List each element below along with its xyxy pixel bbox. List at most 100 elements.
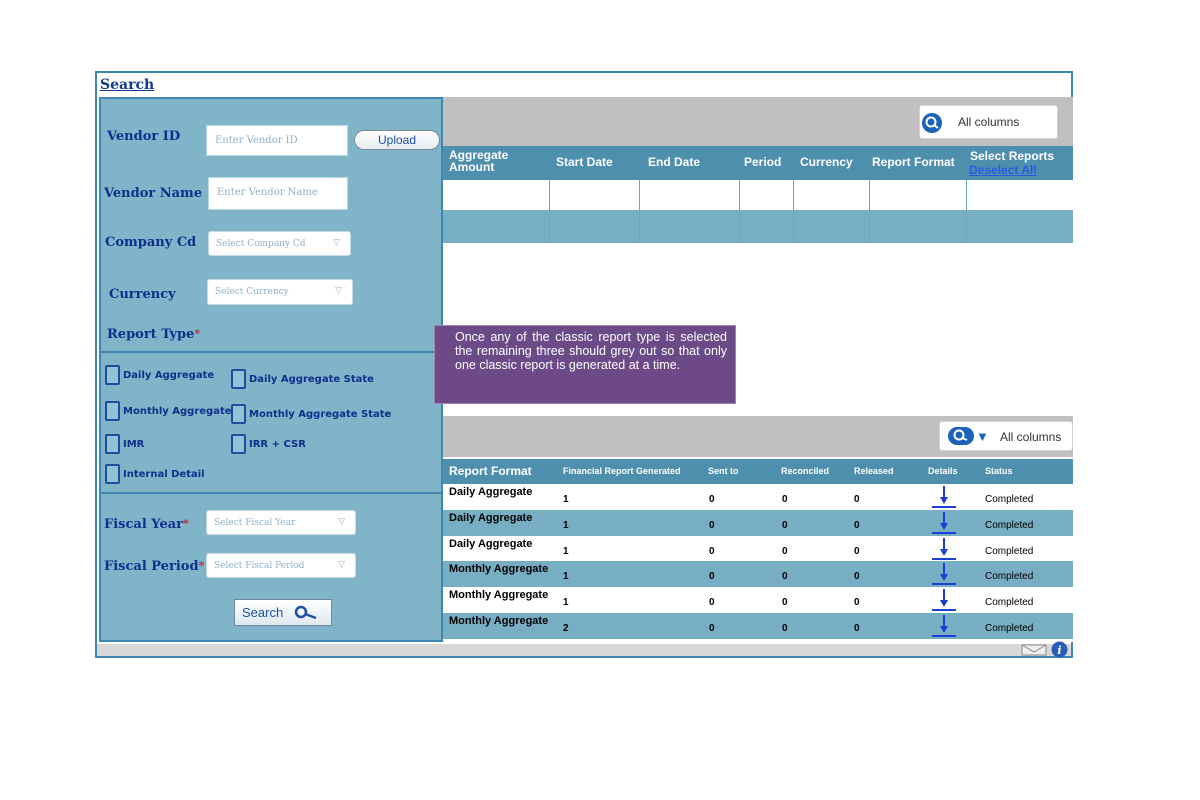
col-report-format[interactable]: Report Format xyxy=(449,464,532,478)
download-icon[interactable] xyxy=(931,484,957,510)
top-column-search-label: All columns xyxy=(958,115,1020,129)
checkbox-label: Daily Aggregate xyxy=(123,370,215,381)
company-cd-select-value: Select Company Cd xyxy=(216,239,306,249)
cell-status: Completed xyxy=(985,546,1034,557)
col-currency[interactable]: Currency xyxy=(800,155,853,169)
checkbox-monthly-aggregate[interactable]: Monthly Aggregate xyxy=(105,401,232,421)
col-aggregate-amount[interactable]: Aggregate Amount xyxy=(449,149,529,173)
search-icon xyxy=(294,605,317,620)
checkbox-box[interactable] xyxy=(231,369,246,389)
col-end-date[interactable]: End Date xyxy=(648,155,700,169)
deselect-all-link[interactable]: Deselect All xyxy=(969,163,1037,177)
checkbox-box[interactable] xyxy=(105,365,120,385)
divider xyxy=(101,492,441,494)
checkbox-monthly-aggregate-state[interactable]: Monthly Aggregate State xyxy=(231,404,391,424)
upload-button[interactable]: Upload xyxy=(354,130,440,150)
download-icon[interactable] xyxy=(931,613,957,639)
cell-reconciled: 0 xyxy=(782,623,788,634)
company-cd-select[interactable]: Select Company Cd ▽ xyxy=(208,231,351,256)
company-cd-label: Company Cd xyxy=(105,235,197,250)
checkbox-box[interactable] xyxy=(231,404,246,424)
cell-released: 0 xyxy=(854,494,860,505)
required-mark: * xyxy=(182,517,189,530)
cell-report-format: Monthly Aggregate xyxy=(449,589,549,601)
table-row[interactable]: Daily Aggregate 1 0 0 0 Completed xyxy=(443,510,1073,536)
bottom-column-search[interactable]: ▼ All columns xyxy=(939,421,1073,451)
search-button-label: Search xyxy=(242,605,284,620)
checkbox-box[interactable] xyxy=(105,464,120,484)
checkbox-daily-aggregate[interactable]: Daily Aggregate xyxy=(105,365,214,385)
cell-report-format: Monthly Aggregate xyxy=(449,615,549,627)
vendor-id-label: Vendor ID xyxy=(107,129,181,144)
currency-select[interactable]: Select Currency ▽ xyxy=(207,279,353,305)
download-icon[interactable] xyxy=(931,510,957,536)
vendor-id-input[interactable]: Enter Vendor ID xyxy=(206,125,348,156)
divider xyxy=(101,351,441,353)
bottom-table-header: Report Format Financial Report Generated… xyxy=(443,459,1073,485)
vendor-name-input[interactable]: Enter Vendor Name xyxy=(208,177,348,210)
cell-sent-to: 0 xyxy=(709,546,715,557)
col-start-date[interactable]: Start Date xyxy=(556,155,613,169)
table-row[interactable]: Monthly Aggregate 2 0 0 0 Completed xyxy=(443,613,1073,639)
search-panel: Vendor ID Enter Vendor ID Upload Vendor … xyxy=(99,97,443,642)
search-icon xyxy=(922,113,942,133)
col-report-format[interactable]: Report Format xyxy=(872,155,955,169)
chevron-down-icon: ▽ xyxy=(333,238,340,248)
fiscal-year-label: Fiscal Year* xyxy=(104,517,189,532)
table-row[interactable]: Daily Aggregate 1 0 0 0 Completed xyxy=(443,536,1073,562)
col-details[interactable]: Details xyxy=(928,466,958,476)
status-bar: i xyxy=(97,641,1071,658)
table-row[interactable]: Monthly Aggregate 1 0 0 0 Completed xyxy=(443,561,1073,587)
cell-status: Completed xyxy=(985,571,1034,582)
col-sent-to[interactable]: Sent to xyxy=(708,466,739,476)
required-mark: * xyxy=(194,327,201,340)
checkbox-internal-detail[interactable]: Internal Detail xyxy=(105,464,205,484)
fiscal-period-select-value: Select Fiscal Period xyxy=(214,561,305,571)
cell-report-format: Daily Aggregate xyxy=(449,512,533,524)
search-button[interactable]: Search xyxy=(234,599,332,626)
col-select-reports[interactable]: Select Reports xyxy=(970,149,1054,163)
mail-icon[interactable] xyxy=(1021,644,1047,656)
currency-select-value: Select Currency xyxy=(215,287,289,297)
download-icon[interactable] xyxy=(931,536,957,562)
fiscal-period-select[interactable]: Select Fiscal Period ▽ xyxy=(206,553,356,578)
checkbox-imr[interactable]: IMR xyxy=(105,434,144,454)
col-status[interactable]: Status xyxy=(985,466,1013,476)
annotation-note: Once any of the classic report type is s… xyxy=(434,325,736,404)
col-reconciled[interactable]: Reconciled xyxy=(781,466,829,476)
download-icon[interactable] xyxy=(931,587,957,613)
cell-reconciled: 0 xyxy=(782,494,788,505)
col-period[interactable]: Period xyxy=(744,155,781,169)
fiscal-period-label: Fiscal Period* xyxy=(104,559,204,574)
cell-report-format: Daily Aggregate xyxy=(449,486,533,498)
table-row[interactable]: Daily Aggregate 1 0 0 0 Completed xyxy=(443,484,1073,510)
fiscal-year-select[interactable]: Select Fiscal Year ▽ xyxy=(206,510,356,535)
col-separator xyxy=(549,180,550,243)
top-column-search[interactable]: All columns xyxy=(919,105,1058,139)
cell-status: Completed xyxy=(985,520,1034,531)
search-icon xyxy=(948,427,974,445)
info-icon[interactable]: i xyxy=(1051,641,1068,658)
cell-report-format: Daily Aggregate xyxy=(449,538,533,550)
cell-status: Completed xyxy=(985,623,1034,634)
checkbox-box[interactable] xyxy=(105,434,120,454)
table-row[interactable]: Monthly Aggregate 1 0 0 0 Completed xyxy=(443,587,1073,613)
col-separator xyxy=(869,180,870,243)
checkbox-irr-csr[interactable]: IRR + CSR xyxy=(231,434,306,454)
download-icon[interactable] xyxy=(931,561,957,587)
col-released[interactable]: Released xyxy=(854,466,894,476)
report-type-label-text: Report Type xyxy=(107,327,195,342)
search-link[interactable]: Search xyxy=(100,77,154,93)
svg-text:i: i xyxy=(1057,644,1061,657)
col-financial-report-generated[interactable]: Financial Report Generated xyxy=(563,466,681,476)
col-separator xyxy=(966,180,967,243)
cell-generated: 1 xyxy=(563,494,569,505)
cell-sent-to: 0 xyxy=(709,623,715,634)
cell-released: 0 xyxy=(854,623,860,634)
checkbox-daily-aggregate-state[interactable]: Daily Aggregate State xyxy=(231,369,374,389)
fiscal-year-label-text: Fiscal Year xyxy=(104,517,183,532)
cell-released: 0 xyxy=(854,520,860,531)
checkbox-box[interactable] xyxy=(231,434,246,454)
cell-sent-to: 0 xyxy=(709,494,715,505)
checkbox-box[interactable] xyxy=(105,401,120,421)
